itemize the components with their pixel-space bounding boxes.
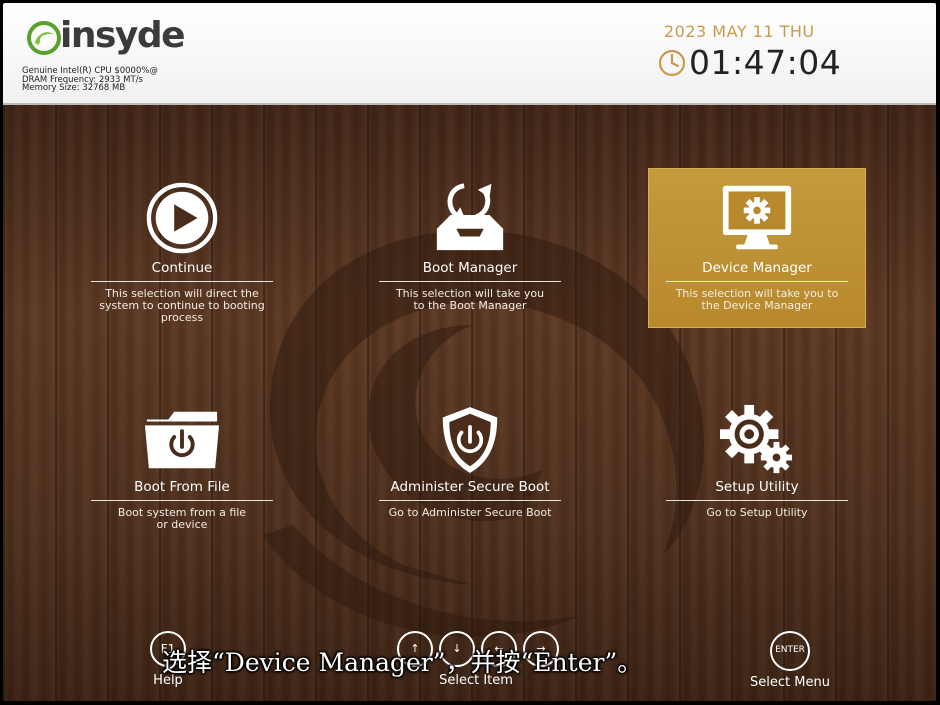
clock-icon [658,49,686,77]
header-bar: insyde Genuine Intel(R) CPU $0000%@ DRAM… [3,3,936,105]
boot-from-file-description: Boot system from a file or device [117,506,247,531]
enter-key-icon: ENTER [770,631,810,671]
boot-from-file-divider [91,500,273,501]
shield-power-icon [442,407,498,473]
continue-divider [91,281,273,282]
monitor-gear-icon [722,185,792,250]
bios-screen: insyde Genuine Intel(R) CPU $0000%@ DRAM… [3,3,936,701]
menu-tile-administer-secure-boot[interactable]: Administer Secure Boot Go to Administer … [379,401,561,541]
boot-from-file-title: Boot From File [134,479,230,495]
setup-utility-title: Setup Utility [715,479,799,495]
select-menu-label: Select Menu [750,675,830,690]
device-manager-divider [666,281,848,282]
boot-manager-icon [436,183,504,251]
boot-manager-title: Boot Manager [422,260,518,276]
system-info: Genuine Intel(R) CPU $0000%@ DRAM Freque… [22,67,158,93]
setup-utility-divider [666,500,848,501]
secure-boot-title: Administer Secure Boot [390,479,550,495]
menu-tile-continue[interactable]: Continue This selection will direct the … [91,168,273,328]
bios-frame: insyde Genuine Intel(R) CPU $0000%@ DRAM… [0,0,940,705]
boot-manager-divider [379,281,561,282]
menu-tile-setup-utility[interactable]: Setup Utility Go to Setup Utility [666,401,848,541]
date-display: 2023 MAY 11 THU [664,22,815,41]
menu-tile-boot-manager[interactable]: Boot Manager This selection will take yo… [379,168,561,328]
play-icon [146,182,218,254]
subtitle-caption: 选择“Device Manager”，并按“Enter”。 [162,648,643,677]
logo-text: insyde [60,15,186,56]
folder-power-icon [144,411,220,469]
device-manager-title: Device Manager [702,260,812,276]
secure-boot-divider [379,500,561,501]
insyde-swirl-icon [27,21,61,55]
enter-key-label: ENTER [775,645,805,655]
boot-manager-description: This selection will take you to the Boot… [395,287,545,312]
memory-info: Memory Size: 32768 MB [22,83,126,93]
gears-icon [720,404,793,474]
continue-description: This selection will direct the system to… [99,287,265,324]
menu-tile-boot-from-file[interactable]: Boot From File Boot system from a file o… [91,401,273,541]
continue-title: Continue [151,260,213,276]
insyde-logo: insyde [27,15,197,57]
device-manager-description: This selection will take you to the Devi… [675,287,839,312]
menu-area: insyde Continue This selection will dire… [3,105,936,701]
time-display: 01:47:04 [689,43,842,82]
setup-utility-description: Go to Setup Utility [706,506,808,519]
menu-tile-device-manager[interactable]: Device Manager This selection will take … [648,168,866,328]
select-menu-key[interactable]: ENTER Select Menu [743,631,837,691]
secure-boot-description: Go to Administer Secure Boot [388,506,552,519]
